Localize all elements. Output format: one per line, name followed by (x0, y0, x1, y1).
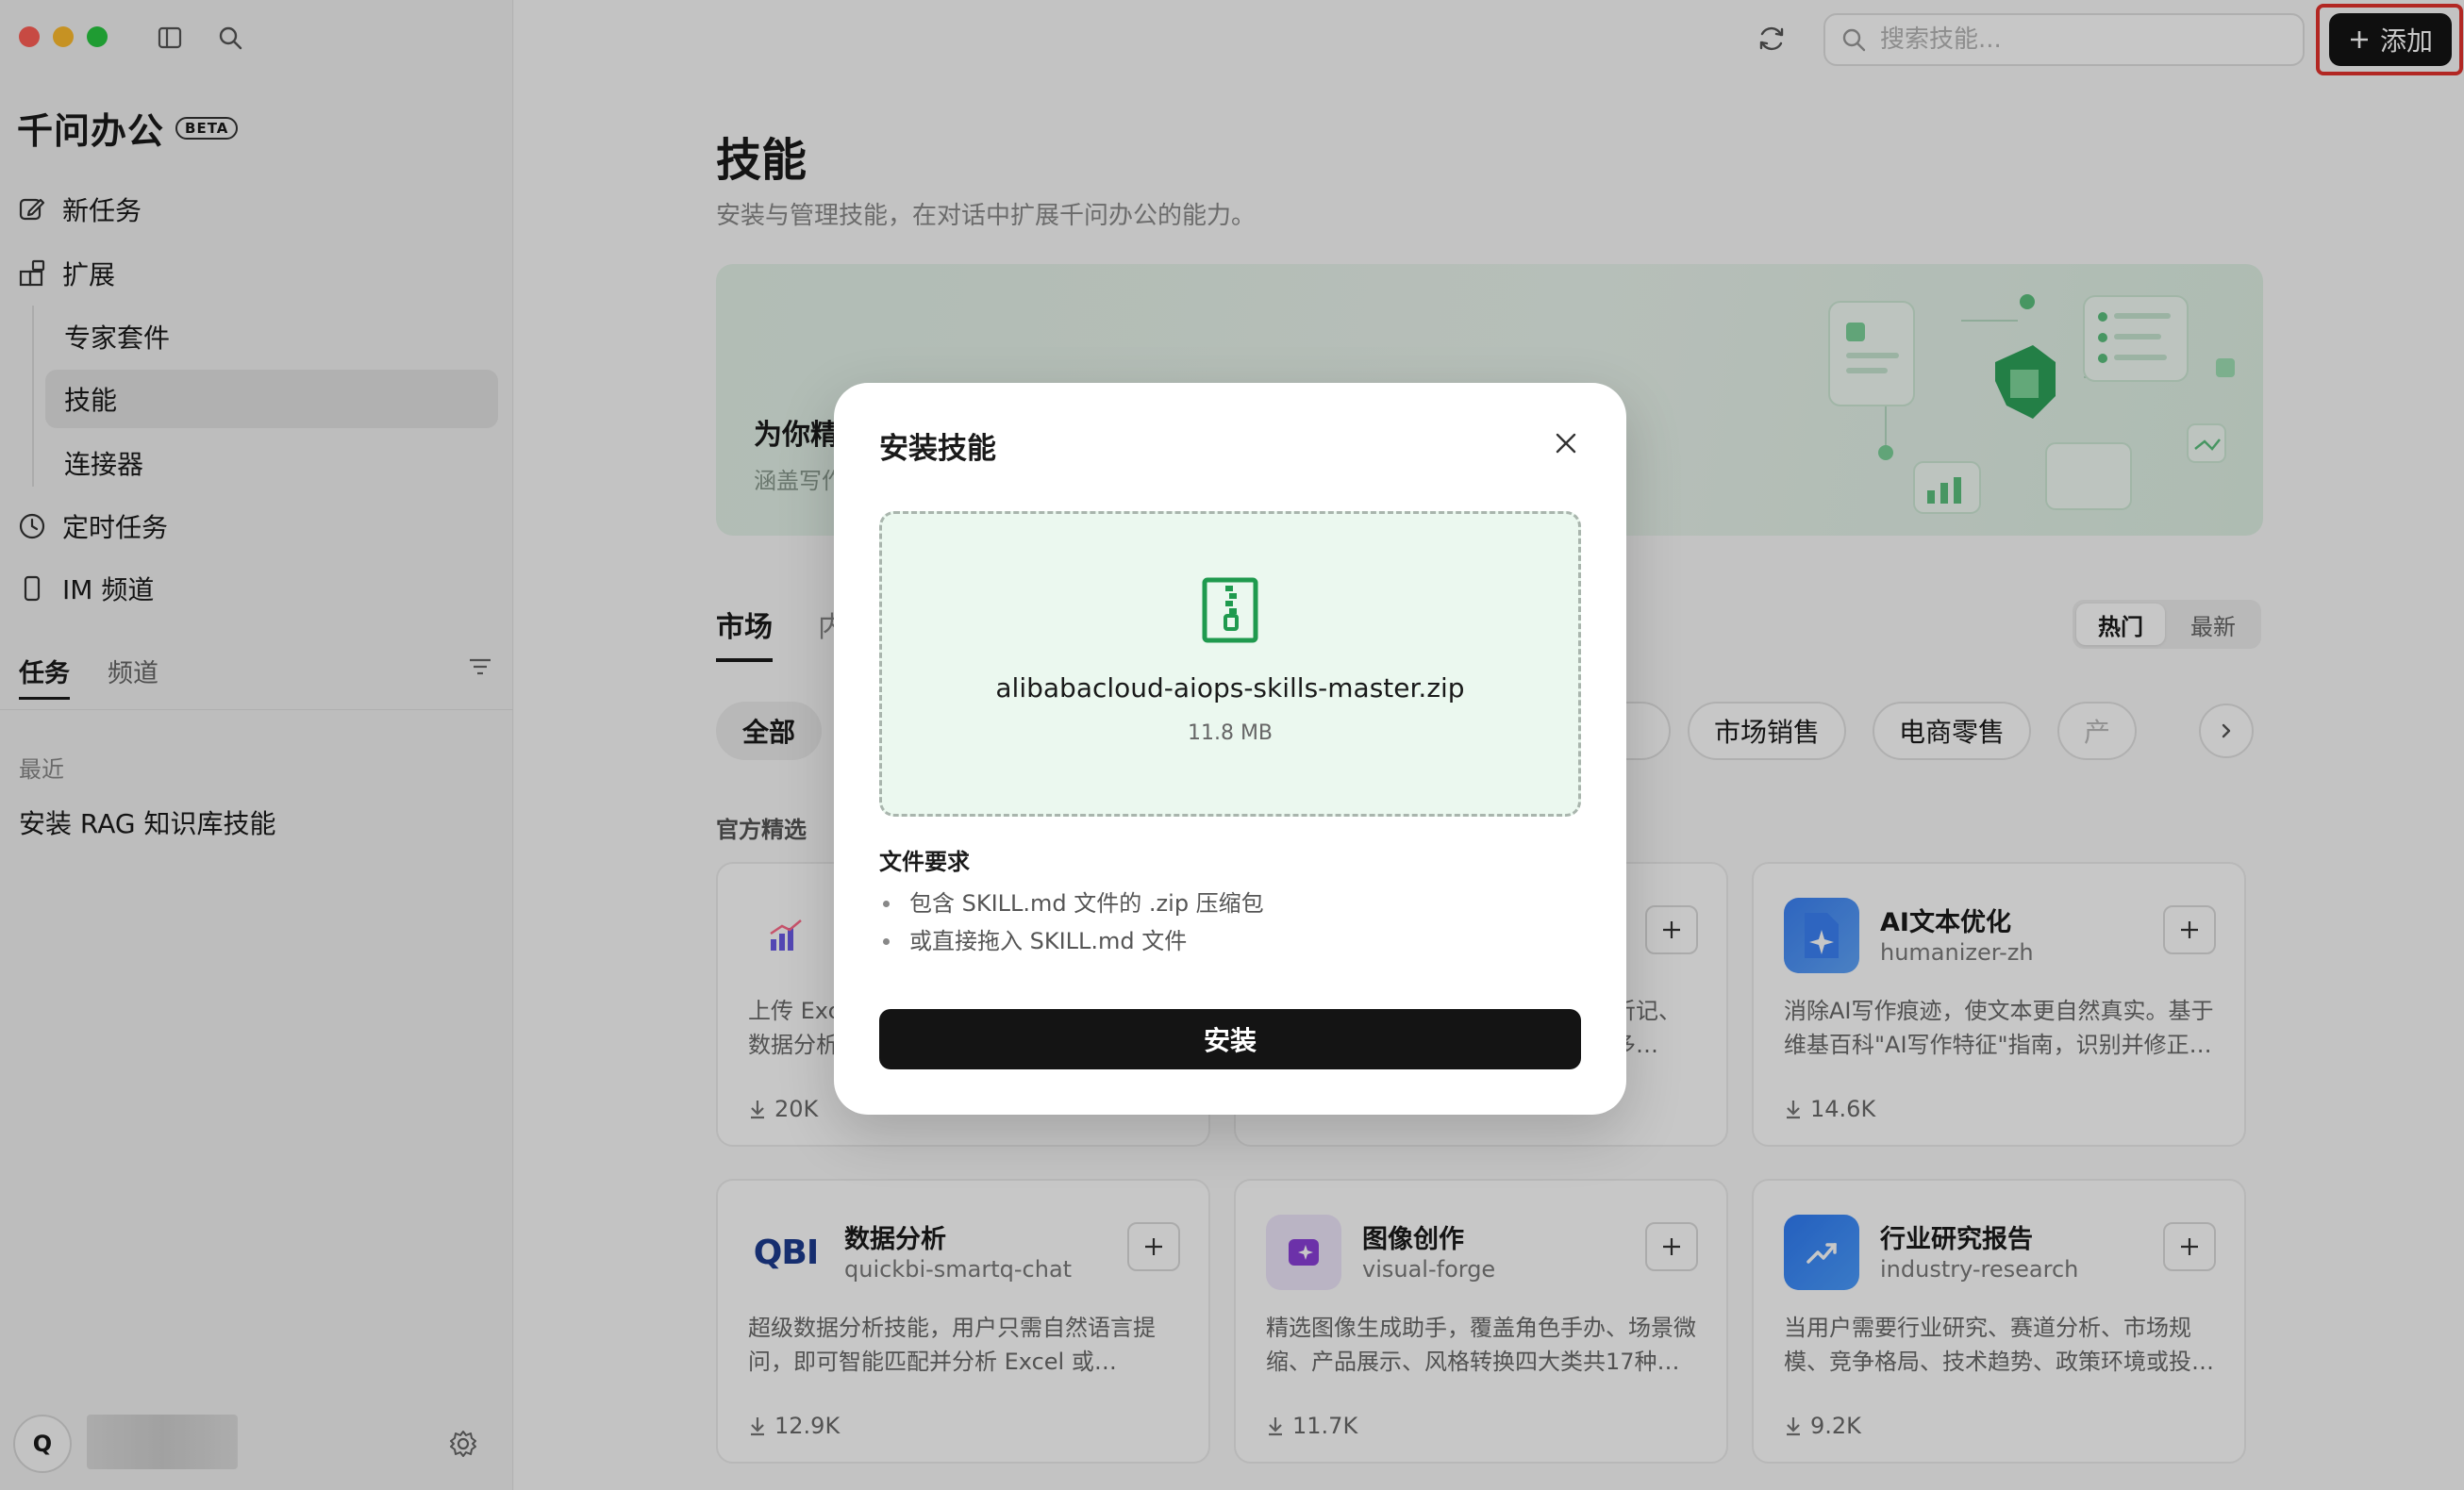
file-dropzone[interactable]: alibabacloud-aiops-skills-master.zip 11.… (879, 511, 1581, 817)
file-name: alibabacloud-aiops-skills-master.zip (995, 672, 1465, 704)
file-size: 11.8 MB (1187, 721, 1274, 745)
requirement-item: 包含 SKILL.md 文件的 .zip 压缩包 (879, 885, 1264, 922)
close-dialog-button[interactable] (1549, 426, 1583, 460)
requirement-item: 或直接拖入 SKILL.md 文件 (879, 922, 1264, 960)
dialog-title: 安装技能 (879, 432, 996, 466)
install-button[interactable]: 安装 (879, 1009, 1581, 1069)
zip-file-icon (1202, 577, 1258, 643)
install-skill-dialog: 安装技能 alibabacloud-aiops-skills-master.zi… (834, 383, 1626, 1115)
requirements-title: 文件要求 (879, 849, 970, 875)
requirements-list: 包含 SKILL.md 文件的 .zip 压缩包 或直接拖入 SKILL.md … (879, 885, 1264, 960)
close-icon (1556, 433, 1576, 454)
